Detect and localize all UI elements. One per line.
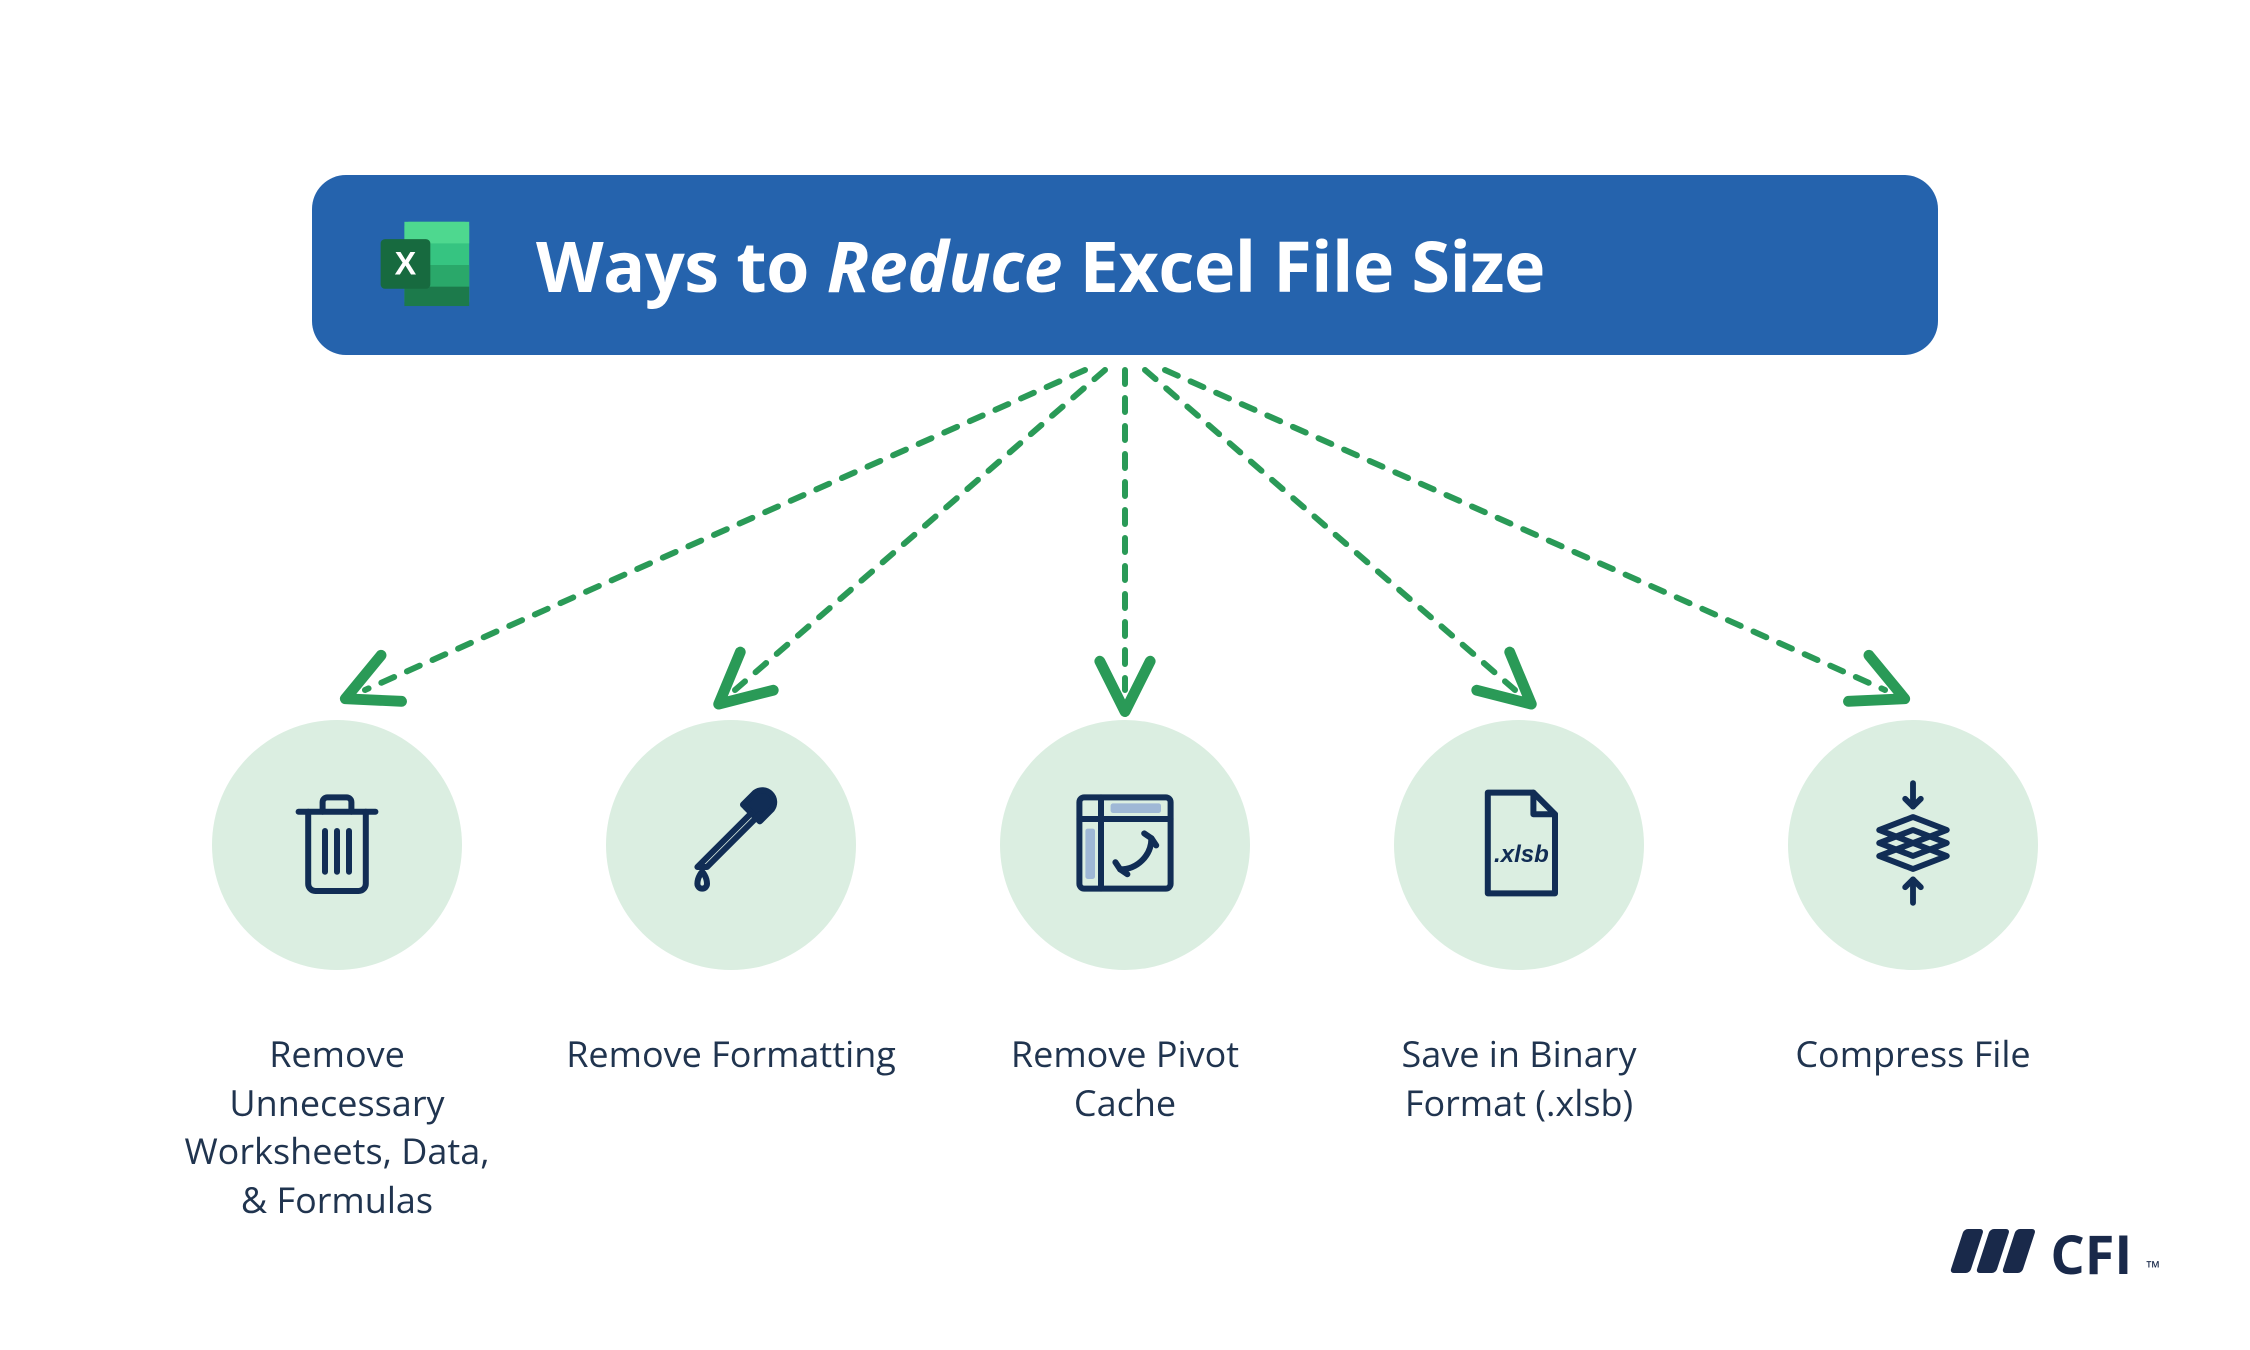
item-remove-worksheets: Remove Unnecessary Worksheets, Data, & F… (212, 720, 462, 1224)
eyedropper-icon (671, 783, 791, 908)
brand-logo: CFI ™ (1944, 1216, 2160, 1290)
brand-trademark: ™ (2146, 1256, 2160, 1290)
brand-name: CFI (2050, 1216, 2132, 1290)
item-label: Remove Unnecessary Worksheets, Data, & F… (172, 1030, 502, 1224)
title-prefix: Ways to (536, 217, 827, 313)
item-remove-formatting: Remove Formatting (606, 720, 856, 1224)
item-circle: .xlsb (1394, 720, 1644, 970)
diagram-stage: X Ways to Reduce Excel File Size (0, 0, 2250, 1350)
pivot-icon (1065, 783, 1185, 908)
item-remove-pivot-cache: Remove Pivot Cache (1000, 720, 1250, 1224)
title-emphasis: Reduce (827, 217, 1062, 313)
item-circle (1788, 720, 2038, 970)
title-bar: X Ways to Reduce Excel File Size (312, 175, 1938, 355)
item-compress-file: Compress File (1788, 720, 2038, 1224)
trash-icon (277, 783, 397, 908)
items-row: Remove Unnecessary Worksheets, Data, & F… (0, 720, 2250, 1224)
item-label: Compress File (1748, 1030, 2078, 1079)
connector-arrows (0, 355, 2250, 755)
item-label: Save in Binary Format (.xlsb) (1354, 1030, 1684, 1127)
item-label: Remove Pivot Cache (960, 1030, 1290, 1127)
title-suffix: Excel File Size (1062, 217, 1545, 313)
svg-text:.xlsb: .xlsb (1494, 841, 1549, 868)
compress-icon (1848, 778, 1978, 913)
item-circle (212, 720, 462, 970)
file-xlsb-icon: .xlsb (1459, 783, 1579, 908)
diagram-title: Ways to Reduce Excel File Size (536, 217, 1545, 313)
item-circle (1000, 720, 1250, 970)
svg-text:X: X (395, 246, 417, 282)
excel-icon: X (372, 211, 480, 319)
cfi-bars-icon (1944, 1223, 2036, 1284)
item-circle (606, 720, 856, 970)
item-label: Remove Formatting (566, 1030, 896, 1079)
item-save-xlsb: .xlsb Save in Binary Format (.xlsb) (1394, 720, 1644, 1224)
